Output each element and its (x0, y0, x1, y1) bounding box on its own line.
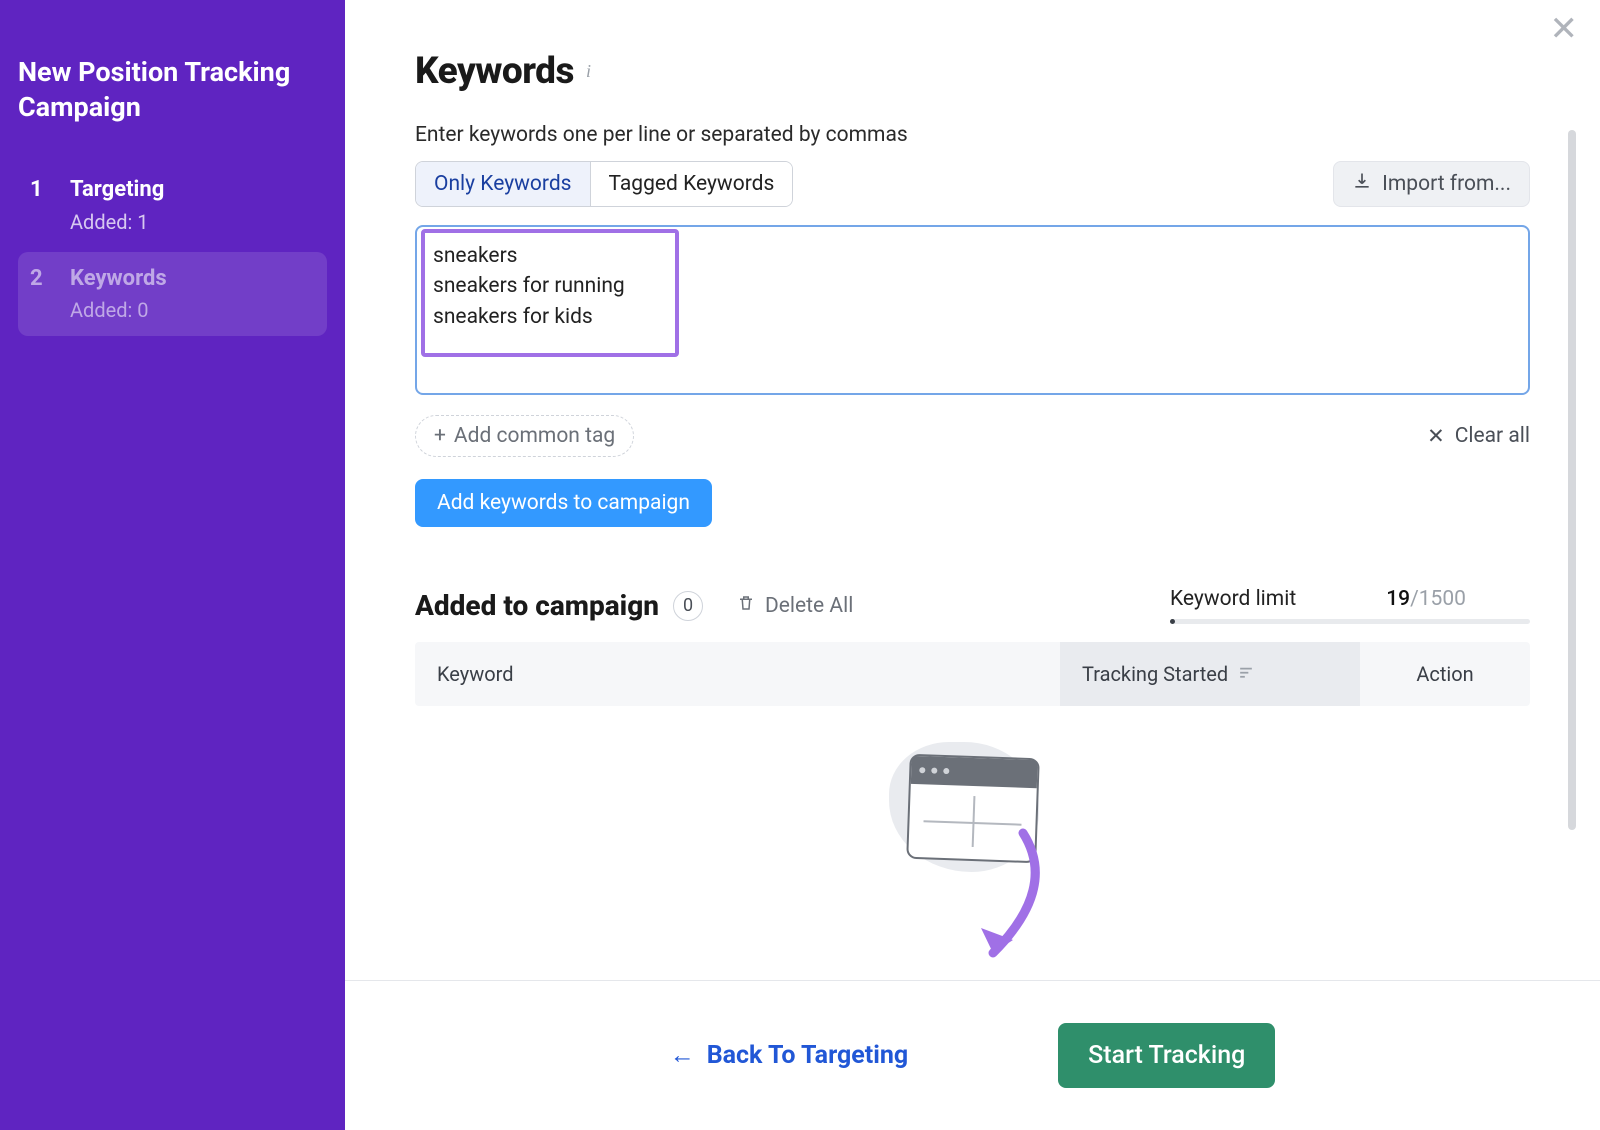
keyword-limit: Keyword limit 19/1500 (1170, 587, 1530, 624)
added-header: Added to campaign 0 Delete All Keyword l… (415, 587, 1530, 624)
add-common-tag-button[interactable]: + Add common tag (415, 415, 634, 457)
back-to-targeting-button[interactable]: ← Back To Targeting (670, 1041, 908, 1070)
content-area: Keywords i Enter keywords one per line o… (415, 50, 1560, 980)
wizard-step-targeting[interactable]: 1 Targeting Added: 1 (18, 163, 327, 247)
arrow-annotation-icon (963, 828, 1073, 978)
page-title-row: Keywords i (415, 50, 1530, 93)
empty-state-illustration (415, 756, 1530, 956)
scrollbar[interactable] (1568, 130, 1576, 830)
add-keywords-button[interactable]: Add keywords to campaign (415, 479, 712, 527)
keywords-toolbar: Only Keywords Tagged Keywords Import fro… (415, 161, 1530, 207)
limit-max: /1500 (1410, 587, 1466, 611)
close-icon: ✕ (1427, 424, 1445, 449)
step-subtext: Added: 1 (70, 210, 315, 234)
keywords-textarea[interactable] (415, 225, 1530, 395)
col-action: Action (1360, 642, 1530, 706)
col-tracking-label: Tracking Started (1082, 662, 1228, 686)
hint-text: Enter keywords one per line or separated… (415, 123, 1530, 147)
added-to-campaign-section: Added to campaign 0 Delete All Keyword l… (415, 587, 1530, 956)
limit-used: 19 (1386, 587, 1410, 611)
col-tracking-started[interactable]: Tracking Started (1060, 642, 1360, 706)
keyword-mode-toggle: Only Keywords Tagged Keywords (415, 161, 793, 207)
main-panel: ✕ Keywords i Enter keywords one per line… (345, 0, 1600, 1130)
limit-label: Keyword limit (1170, 587, 1296, 611)
clear-all-label: Clear all (1455, 424, 1530, 448)
step-subtext: Added: 0 (70, 298, 315, 322)
start-tracking-button[interactable]: Start Tracking (1058, 1023, 1275, 1088)
limit-progress-fill (1170, 619, 1175, 624)
delete-all-label: Delete All (765, 594, 853, 618)
import-label: Import from... (1382, 172, 1511, 196)
delete-all-button[interactable]: Delete All (737, 593, 853, 619)
back-label: Back To Targeting (707, 1041, 908, 1070)
close-icon: ✕ (1550, 9, 1579, 49)
limit-progress-bar (1170, 619, 1530, 624)
tab-tagged-keywords[interactable]: Tagged Keywords (590, 162, 793, 206)
keywords-table-header: Keyword Tracking Started Action (415, 642, 1530, 706)
trash-icon (737, 593, 755, 619)
wizard-step-keywords[interactable]: 2 Keywords Added: 0 (18, 252, 327, 336)
keywords-input-wrap (415, 225, 1530, 399)
sort-icon (1238, 665, 1254, 684)
clear-all-button[interactable]: ✕ Clear all (1427, 424, 1530, 449)
tab-only-keywords[interactable]: Only Keywords (416, 162, 590, 206)
sidebar-title: New Position Tracking Campaign (18, 55, 327, 125)
added-title: Added to campaign (415, 589, 659, 622)
step-number: 2 (30, 266, 48, 322)
download-icon (1352, 171, 1372, 197)
arrow-left-icon: ← (670, 1041, 695, 1070)
wizard-sidebar: New Position Tracking Campaign 1 Targeti… (0, 0, 345, 1130)
textarea-actions: + Add common tag ✕ Clear all (415, 415, 1530, 457)
plus-icon: + (434, 424, 446, 448)
page-title: Keywords (415, 50, 574, 93)
add-tag-label: Add common tag (454, 424, 615, 448)
app-root: New Position Tracking Campaign 1 Targeti… (0, 0, 1600, 1130)
import-button[interactable]: Import from... (1333, 161, 1530, 207)
close-button[interactable]: ✕ (1550, 12, 1579, 46)
step-label: Targeting (70, 177, 315, 203)
step-number: 1 (30, 177, 48, 233)
added-count-badge: 0 (673, 591, 703, 621)
col-keyword: Keyword (415, 642, 1060, 706)
info-icon[interactable]: i (586, 61, 591, 82)
wizard-footer: ← Back To Targeting Start Tracking (345, 980, 1600, 1130)
step-label: Keywords (70, 266, 315, 292)
